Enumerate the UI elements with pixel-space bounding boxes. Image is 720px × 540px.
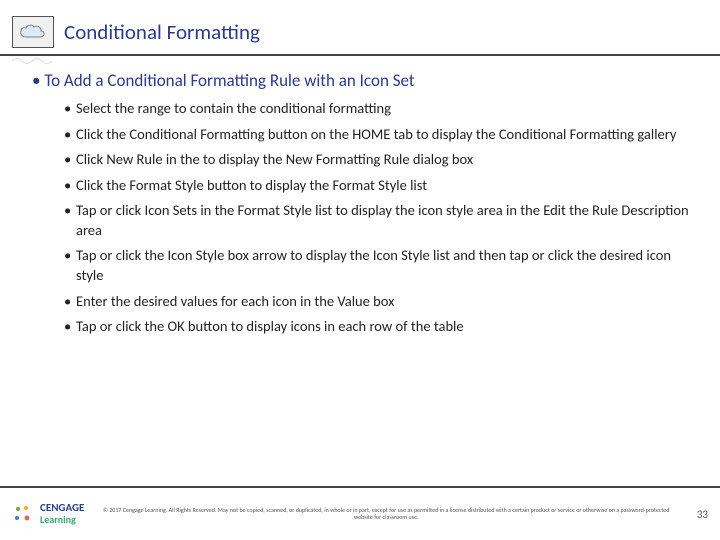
decorative-scribble	[12, 56, 52, 66]
slide-footer: CENGAGE Learning © 2017 Cengage Learning…	[0, 486, 720, 540]
section-heading: To Add a Conditional Formatting Rule wit…	[32, 70, 696, 91]
page-number: 33	[688, 508, 708, 521]
logo-text-bottom: Learning	[40, 513, 84, 526]
slide-body: To Add a Conditional Formatting Rule wit…	[0, 56, 720, 337]
list-item: Click the Format Style button to display…	[64, 176, 696, 196]
publisher-logo: CENGAGE Learning	[12, 502, 84, 526]
list-item: Tap or click the OK button to display ic…	[64, 317, 696, 337]
list-item: Select the range to contain the conditio…	[64, 99, 696, 119]
list-item: Enter the desired values for each icon i…	[64, 292, 696, 312]
steps-list: Select the range to contain the conditio…	[64, 99, 696, 337]
logo-icon	[12, 503, 34, 525]
logo-text-top: CENGAGE	[40, 502, 84, 513]
list-item: Tap or click the Icon Style box arrow to…	[64, 246, 696, 285]
slide-title: Conditional Formatting	[64, 19, 260, 45]
slide-header: Conditional Formatting	[0, 0, 720, 56]
list-item: Tap or click Icon Sets in the Format Sty…	[64, 201, 696, 240]
cloud-icon	[12, 16, 54, 48]
list-item: Click the Conditional Formatting button …	[64, 125, 696, 145]
logo-text-wrap: CENGAGE Learning	[40, 502, 84, 526]
slide: Conditional Formatting To Add a Conditio…	[0, 0, 720, 540]
list-item: Click New Rule in the to display the New…	[64, 150, 696, 170]
copyright-text: © 2017 Cengage Learning. All Rights Rese…	[84, 507, 688, 521]
